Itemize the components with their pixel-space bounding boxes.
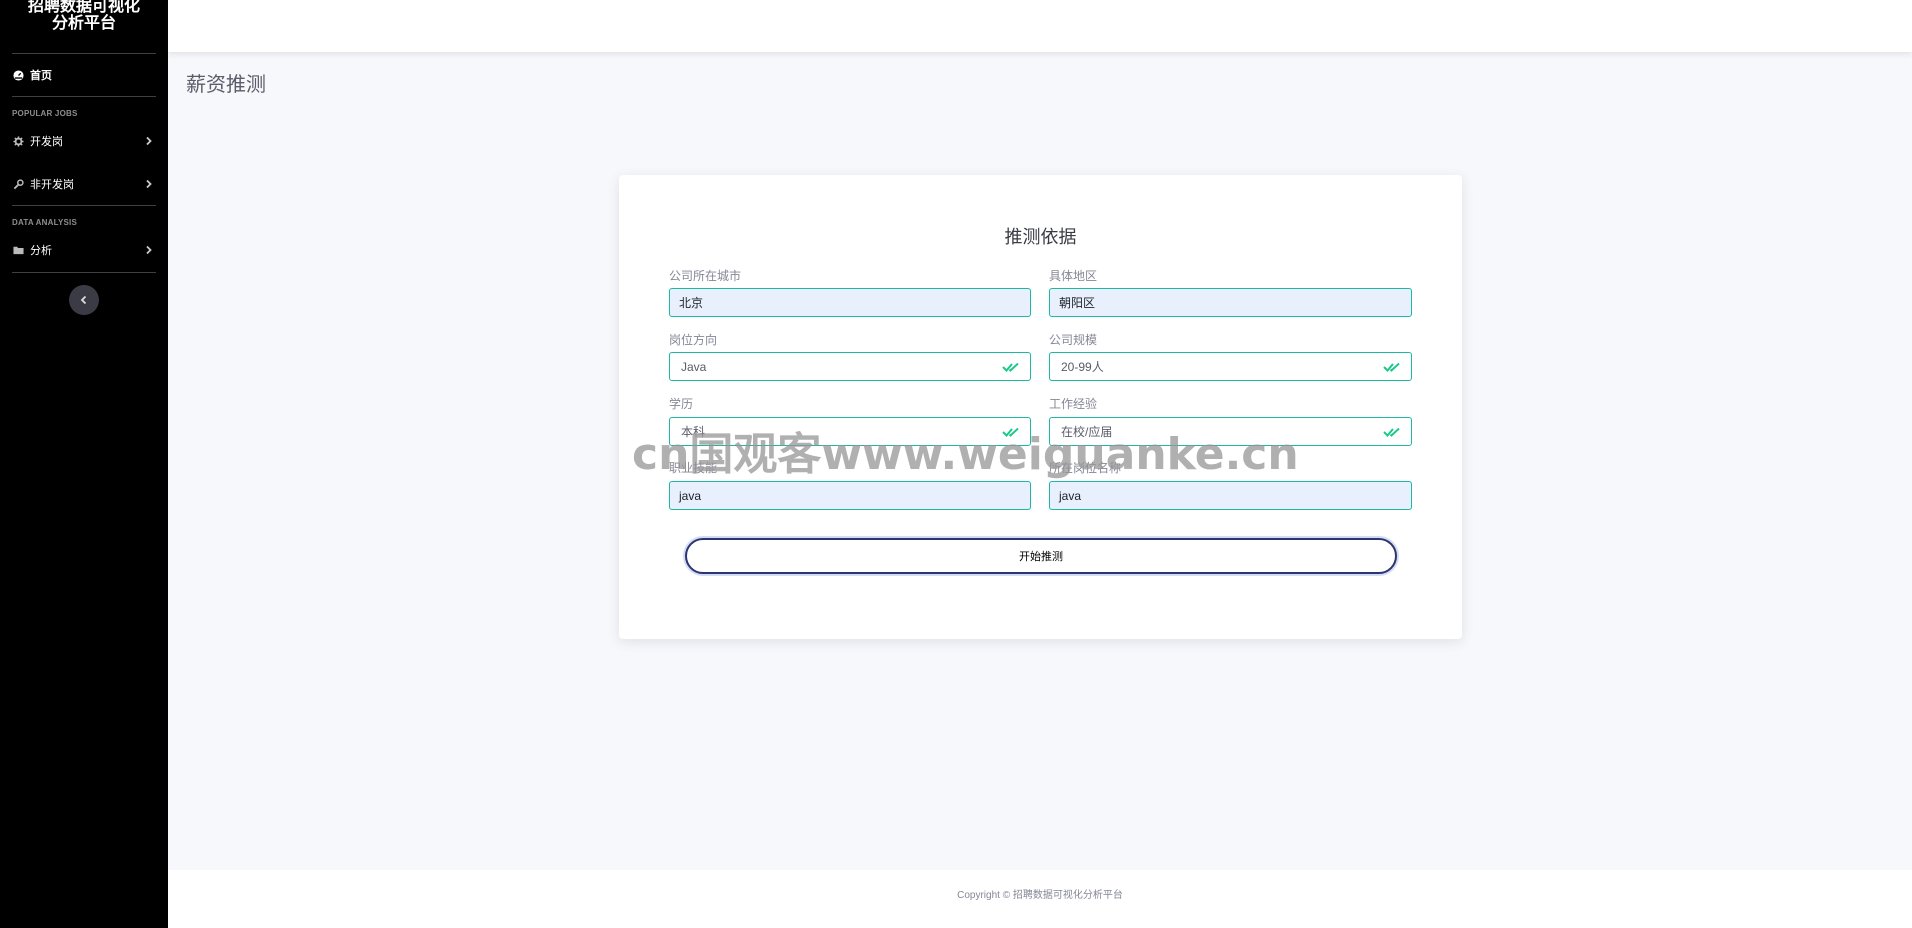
education-label: 学历 <box>669 397 694 411</box>
direction-label: 岗位方向 <box>669 333 718 347</box>
sidebar-item-label: 非开发岗 <box>30 179 74 191</box>
skill-value: java <box>679 488 702 503</box>
gear-icon <box>12 135 24 147</box>
district-label: 具体地区 <box>1049 269 1098 283</box>
scale-label: 公司规模 <box>1049 333 1098 347</box>
sidebar-item-home[interactable]: 首页 <box>12 63 156 87</box>
topbar <box>168 0 1912 52</box>
brand[interactable]: 招聘数据可视化 分析平台 <box>0 0 168 52</box>
sidebar-item-analysis[interactable]: 分析 <box>12 238 156 262</box>
brand-line-1: 招聘数据可视化 <box>27 0 140 15</box>
prediction-form-card: 推测依据 公司所在城市 北京 具体地区 朝阳区 岗位方向 Java 公司规模 2… <box>619 175 1462 639</box>
double-check-icon <box>1383 427 1400 437</box>
sidebar-divider <box>12 205 156 206</box>
scale-select[interactable]: 20-99人 <box>1049 352 1412 381</box>
district-input[interactable]: 朝阳区 <box>1049 288 1412 317</box>
wrench-icon <box>12 178 24 190</box>
tachometer-icon <box>12 69 24 81</box>
job-name-input[interactable]: java <box>1049 481 1412 510</box>
job-name-value: java <box>1059 488 1082 503</box>
sidebar: 招聘数据可视化 分析平台 首页 POPULAR JOBS 开发岗 非开发岗 DA… <box>0 0 168 928</box>
city-input[interactable]: 北京 <box>669 288 1031 317</box>
sidebar-toggle-button[interactable] <box>69 285 99 315</box>
sidebar-heading-popular-jobs: POPULAR JOBS <box>12 109 78 118</box>
page-title: 薪资推测 <box>186 74 266 96</box>
chevron-right-icon <box>146 136 152 146</box>
city-label: 公司所在城市 <box>669 269 742 283</box>
watermark: cn国观客www.weiguanke.cn <box>632 429 1299 480</box>
brand-line-2: 分析平台 <box>51 13 116 32</box>
chevron-right-icon <box>146 245 152 255</box>
sidebar-heading-data-analysis: DATA ANALYSIS <box>12 218 77 227</box>
double-check-icon <box>1383 362 1400 372</box>
footer: Copyright © 招聘数据可视化分析平台 <box>168 870 1912 928</box>
sidebar-item-label: 分析 <box>30 245 52 257</box>
sidebar-divider <box>12 53 156 54</box>
start-prediction-button[interactable]: 开始推测 <box>685 538 1397 574</box>
sidebar-item-dev-jobs[interactable]: 开发岗 <box>12 129 156 153</box>
sidebar-divider <box>12 272 156 273</box>
chevron-right-icon <box>146 179 152 189</box>
sidebar-divider <box>12 96 156 97</box>
skill-input[interactable]: java <box>669 481 1031 510</box>
experience-label: 工作经验 <box>1049 397 1098 411</box>
footer-copyright: Copyright © 招聘数据可视化分析平台 <box>957 890 1123 901</box>
chevron-left-icon <box>80 295 87 305</box>
double-check-icon <box>1002 362 1019 372</box>
direction-value: Java <box>681 359 707 374</box>
sidebar-item-label: 开发岗 <box>30 136 63 148</box>
form-title: 推测依据 <box>1004 227 1077 247</box>
sidebar-item-non-dev-jobs[interactable]: 非开发岗 <box>12 172 156 196</box>
district-value: 朝阳区 <box>1059 296 1096 310</box>
scale-value: 20-99人 <box>1061 360 1104 374</box>
direction-select[interactable]: Java <box>669 352 1031 381</box>
sidebar-item-label: 首页 <box>30 70 52 82</box>
city-value: 北京 <box>679 296 704 310</box>
folder-icon <box>12 244 24 256</box>
